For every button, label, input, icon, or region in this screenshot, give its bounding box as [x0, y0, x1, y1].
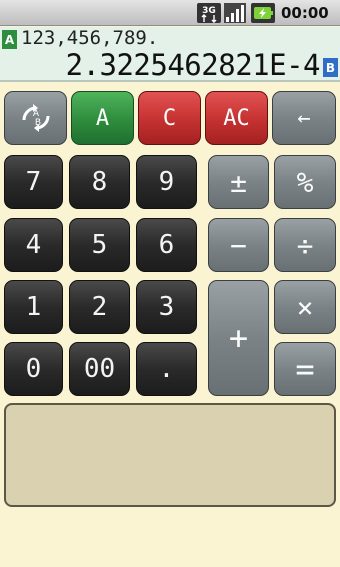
- key-8[interactable]: 8: [69, 155, 130, 209]
- key-6[interactable]: 6: [136, 218, 197, 272]
- signal-icon: [224, 3, 246, 23]
- plus-button[interactable]: +: [208, 280, 269, 396]
- status-bar: 3G 00:00: [0, 0, 340, 26]
- backspace-button[interactable]: ←: [272, 91, 336, 145]
- battery-icon: [251, 3, 275, 23]
- key-5[interactable]: 5: [69, 218, 130, 272]
- minus-button[interactable]: −: [208, 218, 269, 272]
- calculator-display: A 123,456,789. 2.3225462821E-4 B: [0, 27, 340, 82]
- equals-button[interactable]: =: [274, 342, 336, 396]
- swap-ab-icon: A B: [22, 104, 49, 132]
- percent-button[interactable]: %: [274, 155, 336, 209]
- clear-button[interactable]: C: [138, 91, 201, 145]
- register-a-badge: A: [2, 30, 17, 49]
- key-1[interactable]: 1: [4, 280, 63, 334]
- key-0[interactable]: 0: [4, 342, 63, 396]
- key-3[interactable]: 3: [136, 280, 197, 334]
- left-arrow-icon: ←: [297, 105, 311, 131]
- all-clear-button[interactable]: AC: [205, 91, 268, 145]
- key-2[interactable]: 2: [69, 280, 130, 334]
- 3g-icon: 3G: [197, 3, 221, 23]
- key-decimal[interactable]: .: [136, 342, 197, 396]
- history-tape[interactable]: [4, 403, 336, 507]
- multiply-button[interactable]: ×: [274, 280, 336, 334]
- key-00[interactable]: 00: [69, 342, 130, 396]
- swap-ab-button[interactable]: A B: [4, 91, 67, 145]
- register-b-badge: B: [323, 58, 338, 77]
- memo-value: 123,456,789.: [21, 27, 159, 49]
- svg-text:B: B: [34, 118, 40, 128]
- divide-button[interactable]: ÷: [274, 218, 336, 272]
- key-4[interactable]: 4: [4, 218, 63, 272]
- status-time: 00:00: [281, 4, 329, 22]
- key-7[interactable]: 7: [4, 155, 63, 209]
- key-9[interactable]: 9: [136, 155, 197, 209]
- plus-minus-button[interactable]: ±: [208, 155, 269, 209]
- register-a-button[interactable]: A: [71, 91, 134, 145]
- result-value: 2.3225462821E-4: [65, 48, 321, 82]
